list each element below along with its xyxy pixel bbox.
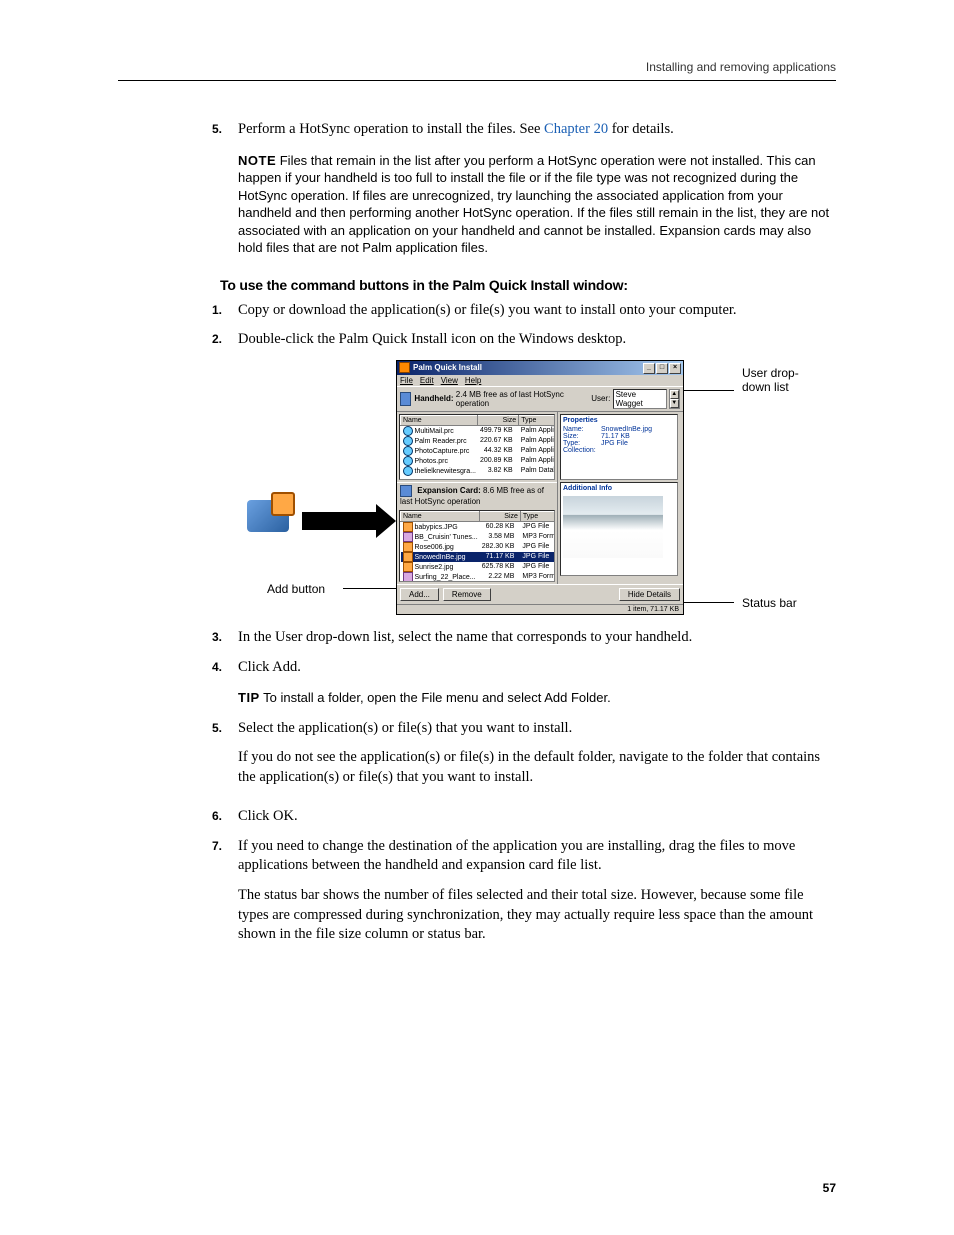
subheading: To use the command buttons in the Palm Q… bbox=[220, 277, 836, 293]
table-row[interactable]: PhotoCapture.prc44.32 KBPalm Application bbox=[401, 446, 556, 456]
menu-help[interactable]: Help bbox=[465, 376, 481, 385]
quick-install-figure: User drop-down list Add button Status ba… bbox=[238, 360, 828, 608]
col-type[interactable]: Type bbox=[519, 415, 555, 425]
callout-status-bar: Status bar bbox=[742, 596, 797, 610]
window-body: Name Size Type MultiMail.prc499.79 KBPal… bbox=[397, 412, 683, 584]
table-row[interactable]: babypics.JPG60.28 KBJPG File bbox=[401, 521, 556, 532]
additional-info-panel: Additional Info bbox=[560, 482, 678, 576]
file-lists-column: Name Size Type MultiMail.prc499.79 KBPal… bbox=[397, 412, 557, 584]
user-dropdown-scroll[interactable]: ▲▼ bbox=[669, 389, 680, 409]
table-row[interactable]: Photos.prc200.89 KBPalm Application bbox=[401, 456, 556, 466]
table-row[interactable]: thelielknewitesgra...3.82 KBPalm Databas… bbox=[401, 466, 556, 476]
menu-view[interactable]: View bbox=[441, 376, 458, 385]
window-buttons: _□× bbox=[642, 362, 681, 374]
window-title: Palm Quick Install bbox=[413, 363, 482, 372]
col-name[interactable]: Name bbox=[401, 415, 478, 425]
hh-rows: MultiMail.prc499.79 KBPalm ApplicationPa… bbox=[401, 425, 556, 476]
titlebar[interactable]: Palm Quick Install _□× bbox=[397, 361, 683, 375]
step-3: 3. In the User drop-down list, select th… bbox=[238, 628, 836, 648]
user-dropdown[interactable]: Steve Wagget bbox=[613, 389, 667, 409]
table-row[interactable]: Rose006.jpg282.30 KBJPG File bbox=[401, 542, 556, 552]
note-block: NOTE Files that remain in the list after… bbox=[238, 152, 836, 257]
handheld-label: Handheld: bbox=[414, 394, 453, 403]
callout-line bbox=[684, 602, 734, 603]
handheld-free-space: 2.4 MB free as of last HotSync operation bbox=[456, 390, 591, 408]
step-number: 5. bbox=[212, 122, 228, 140]
document-page: Installing and removing applications 5. … bbox=[0, 0, 954, 1235]
step-1: 1. Copy or download the application(s) o… bbox=[238, 301, 836, 321]
callout-line bbox=[343, 588, 399, 589]
maximize-button[interactable]: □ bbox=[656, 363, 668, 374]
callout-add-button: Add button bbox=[267, 582, 325, 596]
col-type[interactable]: Type bbox=[520, 511, 555, 521]
page-content: 5. Perform a HotSync operation to instal… bbox=[0, 120, 954, 955]
minimize-button[interactable]: _ bbox=[643, 363, 655, 374]
menu-file[interactable]: File bbox=[400, 376, 413, 385]
quick-install-icon bbox=[247, 500, 289, 532]
callout-line bbox=[684, 390, 734, 391]
table-row[interactable]: SnowedInBe.jpg71.17 KBJPG File bbox=[401, 552, 556, 562]
expansion-card-toolbar: Expansion Card: 8.6 MB free as of last H… bbox=[397, 482, 557, 508]
additional-info-header: Additional Info bbox=[561, 483, 677, 494]
callout-user-dropdown: User drop-down list bbox=[742, 366, 822, 394]
step-6: 6. Click OK. bbox=[238, 807, 836, 827]
note-label: NOTE bbox=[238, 153, 276, 168]
remove-button[interactable]: Remove bbox=[443, 588, 491, 601]
table-row[interactable]: BB_Cruisin' Tunes...3.58 MBMP3 Format So… bbox=[401, 532, 556, 542]
table-row[interactable]: Palm Reader.prc220.67 KBPalm Application bbox=[401, 436, 556, 446]
menu-edit[interactable]: Edit bbox=[420, 376, 434, 385]
properties-panel: Properties Name:SnowedInBe.jpg Size:71.1… bbox=[560, 414, 678, 480]
step-7: 7. If you need to change the destination… bbox=[238, 837, 836, 955]
handheld-icon bbox=[400, 392, 411, 406]
handheld-file-list[interactable]: Name Size Type MultiMail.prc499.79 KBPal… bbox=[399, 414, 555, 480]
info-column: Properties Name:SnowedInBe.jpg Size:71.1… bbox=[557, 412, 680, 584]
add-button[interactable]: Add... bbox=[400, 588, 439, 601]
status-bar: 1 item, 71.17 KB bbox=[397, 604, 683, 614]
tip-text: To install a folder, open the File menu … bbox=[260, 690, 611, 705]
table-row[interactable]: MultiMail.prc499.79 KBPalm Application bbox=[401, 425, 556, 436]
handheld-toolbar: Handheld: 2.4 MB free as of last HotSync… bbox=[397, 386, 683, 412]
exp-rows: babypics.JPG60.28 KBJPG FileBB_Cruisin' … bbox=[401, 521, 556, 582]
expansion-card-file-list[interactable]: Name Size Type babypics.JPG60.28 KBJPG F… bbox=[399, 510, 555, 582]
col-name[interactable]: Name bbox=[401, 511, 480, 521]
card-icon bbox=[400, 485, 412, 497]
step-4: 4. Click Add. bbox=[238, 658, 836, 678]
hide-details-button[interactable]: Hide Details bbox=[619, 588, 680, 601]
note-text: Files that remain in the list after you … bbox=[238, 153, 829, 256]
step-2: 2. Double-click the Palm Quick Install i… bbox=[238, 330, 836, 350]
properties-header: Properties bbox=[563, 417, 675, 424]
image-preview bbox=[563, 496, 663, 558]
step-text: Perform a HotSync operation to install t… bbox=[238, 120, 674, 140]
close-button[interactable]: × bbox=[669, 363, 681, 374]
col-size[interactable]: Size bbox=[480, 511, 521, 521]
page-number: 57 bbox=[823, 1181, 836, 1195]
step-5-top: 5. Perform a HotSync operation to instal… bbox=[238, 120, 836, 140]
step-5: 5. Select the application(s) or file(s) … bbox=[238, 719, 836, 798]
page-header: Installing and removing applications bbox=[118, 60, 836, 81]
arrow-icon bbox=[302, 512, 382, 530]
chapter-20-link[interactable]: Chapter 20 bbox=[544, 121, 608, 137]
desktop-shortcut-icon bbox=[244, 500, 292, 548]
table-row[interactable]: Surfing_22_Place...2.22 MBMP3 Format Sou… bbox=[401, 572, 556, 582]
app-icon bbox=[399, 362, 410, 373]
col-size[interactable]: Size bbox=[478, 415, 519, 425]
tip-block: TIP To install a folder, open the File m… bbox=[238, 689, 836, 707]
user-label: User: bbox=[591, 394, 610, 403]
quick-install-window: Palm Quick Install _□× FileEditViewHelp … bbox=[396, 360, 684, 615]
button-bar: Add... Remove Hide Details bbox=[397, 584, 683, 604]
tip-label: TIP bbox=[238, 690, 260, 705]
table-row[interactable]: Sunrise2.jpg625.78 KBJPG File bbox=[401, 562, 556, 572]
menubar: File Edit View Help bbox=[397, 375, 683, 386]
